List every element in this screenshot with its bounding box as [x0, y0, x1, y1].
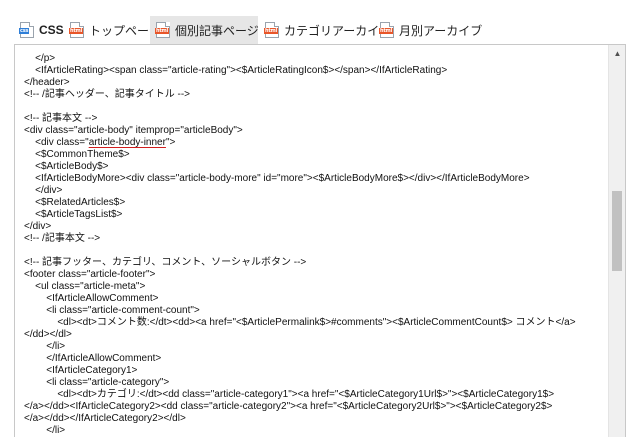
code-line: <!-- /記事本文 --> — [24, 233, 101, 244]
code-line: <div class="article-body" itemprop="arti… — [24, 125, 243, 136]
code-line: </div> — [24, 221, 52, 232]
vertical-scrollbar[interactable]: ▲ — [608, 45, 625, 437]
highlighted-class-name: article-body-inner — [88, 137, 166, 148]
code-line: <!-- 記事本文 --> — [24, 113, 98, 124]
scroll-up-arrow-icon[interactable]: ▲ — [609, 45, 625, 62]
html-file-icon: html — [69, 22, 84, 38]
code-line: </p> — [24, 53, 56, 64]
tab-label: 月別アーカイブ — [399, 23, 483, 38]
code-line: <IfArticleAllowComment> — [24, 293, 159, 304]
code-line: <IfArticleRating><span class="article-ra… — [24, 65, 448, 76]
code-line: <$ArticleTagsList$> — [24, 209, 123, 220]
code-line: <dl><dt>コメント数:</dt><dd><a href="<$Articl… — [24, 317, 576, 328]
code-line: </dd></dl> — [24, 329, 72, 340]
code-line: <!-- 記事フッター、カテゴリ、コメント、ソーシャルボタン --> — [24, 257, 307, 268]
tab-label: CSS — [39, 23, 64, 37]
code-line: </a></dd><IfArticleCategory2><dd class="… — [24, 401, 553, 412]
code-line: </li> — [24, 341, 66, 352]
code-line: </a></dd></IfArticleCategory2></dl> — [24, 413, 186, 424]
code-line: </header> — [24, 77, 70, 88]
code-editor[interactable]: </p> <IfArticleRating><span class="artic… — [14, 44, 626, 437]
code-line: <$RelatedArticles$> — [24, 197, 126, 208]
scrollbar-thumb[interactable] — [612, 191, 622, 271]
code-line: <ul class="article-meta"> — [24, 281, 146, 292]
code-line: <IfArticleBodyMore><div class="article-b… — [24, 173, 530, 184]
code-line-highlighted: <div class="article-body-inner"> — [24, 137, 176, 148]
code-line: <dl><dt>カテゴリ:</dt><dd class="article-cat… — [24, 389, 555, 400]
code-line: <$CommonTheme$> — [24, 149, 130, 160]
code-line: </li> — [24, 425, 66, 436]
code-text[interactable]: </p> <IfArticleRating><span class="artic… — [24, 53, 602, 437]
code-line: <!-- /記事ヘッダー、記事タイトル --> — [24, 89, 191, 100]
code-line: <IfArticleCategory1> — [24, 365, 138, 376]
code-line: <footer class="article-footer"> — [24, 269, 156, 280]
code-line: </div> — [24, 185, 63, 196]
code-line: <li class="article-comment-count"> — [24, 305, 200, 316]
tab-label: 個別記事ページ — [175, 23, 259, 38]
tab-css[interactable]: css CSS — [14, 16, 70, 44]
html-file-icon: html — [379, 22, 394, 38]
code-line: <li class="article-category"> — [24, 377, 170, 388]
template-tab-bar: css CSS html トップページ html 個別記事ページ html カテ… — [0, 0, 640, 44]
code-line: <$ArticleBody$> — [24, 161, 109, 172]
css-file-icon: css — [19, 22, 34, 38]
html-file-icon: html — [264, 22, 279, 38]
code-line: </IfArticleAllowComment> — [24, 353, 162, 364]
tab-article-page[interactable]: html 個別記事ページ — [150, 16, 259, 44]
tab-monthly-archive[interactable]: html 月別アーカイブ — [374, 16, 488, 44]
html-file-icon: html — [155, 22, 170, 38]
